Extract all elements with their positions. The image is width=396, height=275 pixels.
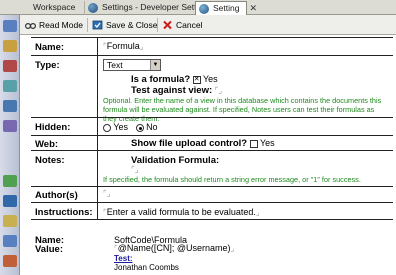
folder-icon[interactable] (3, 215, 17, 227)
action-bar: Read Mode Save & Close Cancel (20, 15, 396, 35)
tab-settings-developer[interactable]: Settings - Developer Settings (84, 1, 212, 15)
database-bookmark-icon[interactable] (3, 195, 17, 207)
toolbar-divider (87, 18, 88, 32)
summary-value-text: @Name([CN]; @Username) (117, 243, 231, 253)
test-link[interactable]: Test: (114, 254, 133, 263)
is-formula-checkbox[interactable]: ✕ (192, 75, 201, 84)
type-row: Type: Text ▼ Is a formula? ✕ Yes Test ag… (31, 55, 393, 123)
contacts-icon[interactable] (3, 80, 17, 92)
summary-value-label: Value: (35, 244, 63, 255)
instructions-field[interactable]: ⌜Enter a valid formula to be evaluated.⌟ (103, 207, 260, 217)
authors-label: Author(s) (35, 190, 78, 201)
authors-field[interactable]: ⌜⌟ (103, 189, 111, 198)
calendar-icon[interactable] (3, 60, 17, 72)
save-icon (92, 20, 103, 30)
mail-icon[interactable] (3, 40, 17, 52)
tools-icon[interactable] (3, 255, 17, 267)
notes-label: Notes: (35, 155, 65, 166)
cancel-label: Cancel (176, 20, 203, 30)
document-icon (199, 4, 209, 14)
hidden-row: Hidden: Yes No (31, 117, 393, 135)
type-label: Type: (35, 60, 60, 71)
validation-formula-field[interactable]: ⌜⌟ (131, 165, 139, 174)
home-icon[interactable] (3, 20, 17, 32)
web-row: Web: Show file upload control? Yes (31, 135, 393, 150)
cancel-icon (163, 20, 172, 30)
notes-row: Notes: Validation Formula: ⌜⌟ If specifi… (31, 150, 393, 186)
launcher-sidebar (0, 15, 20, 275)
upload-control-checkbox[interactable] (249, 139, 258, 148)
instructions-value: Enter a valid formula to be evaluated. (106, 207, 256, 217)
name-field[interactable]: ⌜Formula⌟ (103, 41, 144, 51)
hidden-yes-radio[interactable] (103, 123, 111, 132)
upload-control-yes: Yes (259, 138, 275, 148)
todo-icon[interactable] (3, 100, 17, 112)
type-select[interactable]: Text ▼ (103, 59, 161, 71)
authors-row: Author(s) ⌜⌟ (31, 186, 393, 202)
name-row: Name: ⌜Formula⌟ (31, 37, 393, 55)
validation-help: If specified, the formula should return … (103, 175, 361, 184)
hidden-label: Hidden: (35, 122, 71, 133)
hidden-no-radio[interactable] (135, 123, 144, 132)
glasses-icon (25, 23, 36, 29)
summary-value-field[interactable]: ⌜@Name([CN]; @Username)⌟ (114, 243, 234, 253)
save-close-label: Save & Close (106, 20, 158, 30)
close-tab-icon[interactable]: ✕ (249, 2, 257, 15)
instructions-row: Instructions: ⌜Enter a valid formula to … (31, 202, 393, 220)
instructions-label: Instructions: (35, 207, 93, 218)
type-selected-value: Text (107, 60, 123, 70)
toolbar-divider (157, 18, 158, 32)
read-mode-button[interactable]: Read Mode (24, 18, 83, 32)
upload-control-label: Show file upload control? (131, 138, 248, 149)
cancel-button[interactable]: Cancel (161, 18, 202, 32)
read-mode-label: Read Mode (39, 20, 83, 30)
tab-setting-label: Setting (213, 3, 240, 13)
tab-workspace-label: Workspace (33, 2, 76, 12)
web-browser-icon[interactable] (3, 235, 17, 247)
is-formula-yes: Yes (202, 74, 218, 84)
test-view-field[interactable]: ⌜⌟ (215, 86, 223, 95)
web-label: Web: (35, 139, 59, 150)
tab-setting[interactable]: Setting ✕ (195, 1, 257, 16)
chevron-down-icon: ▼ (150, 60, 160, 70)
save-close-button[interactable]: Save & Close (91, 18, 158, 32)
validation-formula-label: Validation Formula: (131, 155, 220, 166)
database-icon (88, 3, 98, 13)
test-result: Jonathan Coombs (114, 263, 179, 272)
hidden-yes-label: Yes (113, 122, 129, 132)
name-value: Formula (106, 41, 140, 51)
bookmark-icon[interactable] (3, 175, 17, 187)
is-formula-label: Is a formula? (131, 74, 191, 85)
test-view-label: Test against view: (131, 85, 213, 96)
name-label: Name: (35, 42, 65, 53)
tab-bar: Workspace Settings - Developer Settings … (0, 0, 396, 16)
hidden-no-label: No (146, 122, 158, 132)
tab-workspace[interactable]: Workspace (30, 1, 82, 15)
replicator-icon[interactable] (3, 120, 17, 132)
